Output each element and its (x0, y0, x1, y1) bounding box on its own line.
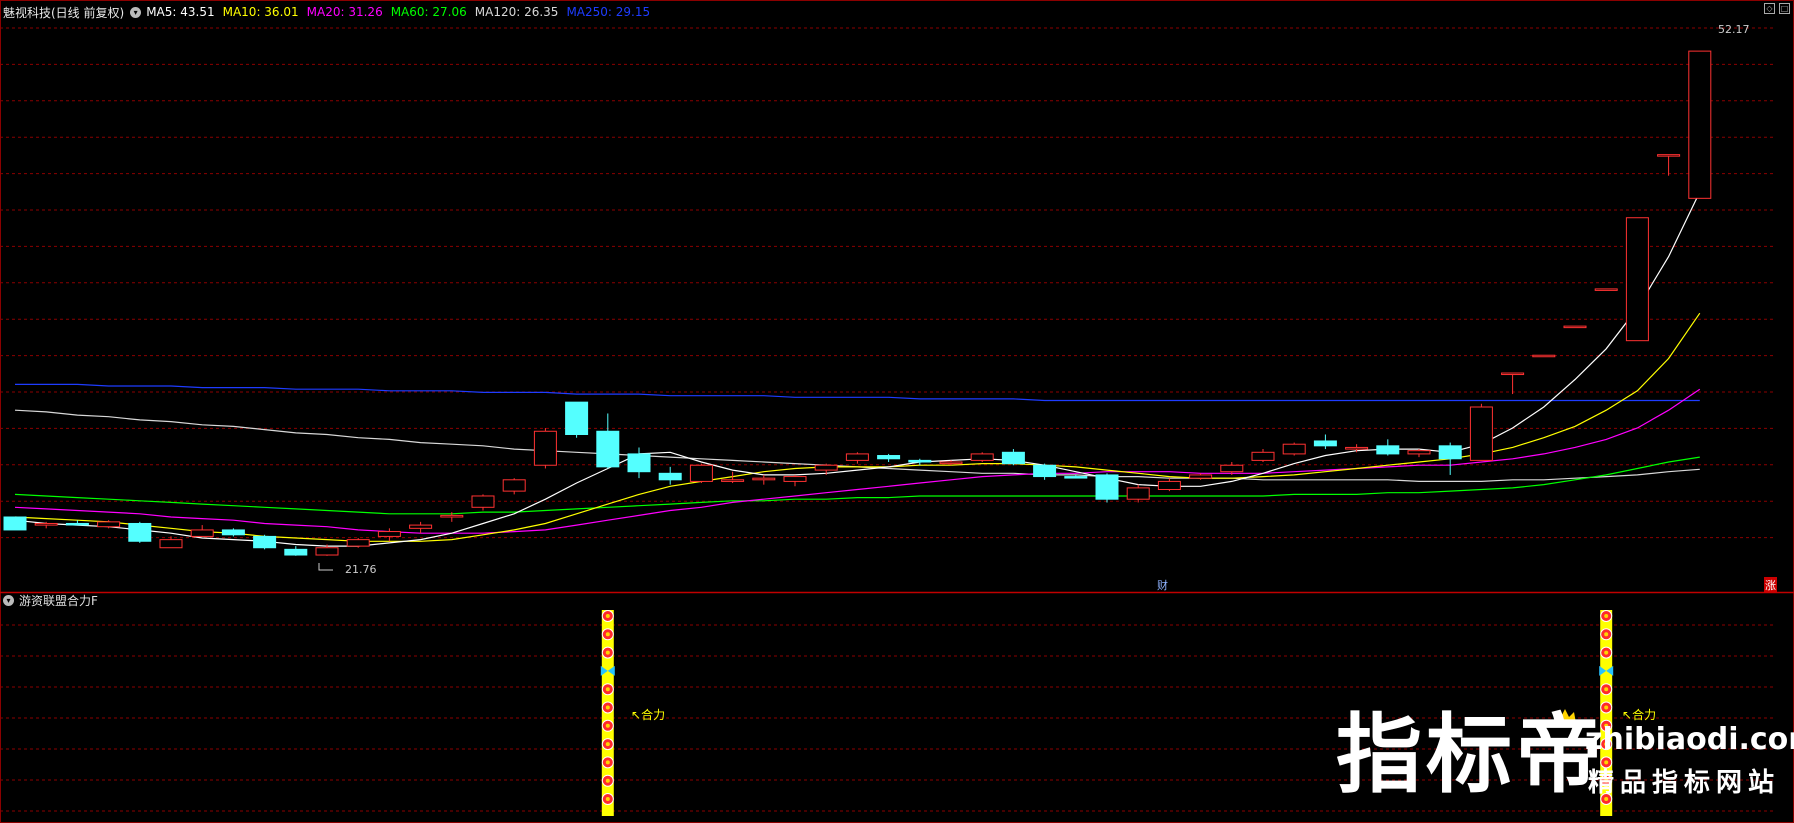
candle-down (1064, 476, 1088, 479)
candle-down (565, 401, 589, 436)
candle-up (315, 547, 339, 556)
candle-up (1407, 450, 1431, 455)
indicator-name: 游资联盟合力F (19, 594, 98, 608)
maximize-icon[interactable]: □ (1779, 3, 1790, 14)
candle-up (440, 514, 464, 518)
ma120-label: MA120: 26.35 (474, 5, 559, 19)
main-legend: 魅视科技(日线 前复权) ▾ MA5: 43.51 MA10: 36.01 MA… (0, 2, 658, 22)
window-controls: ◇ □ (1764, 3, 1790, 14)
coin-center (605, 614, 610, 618)
collapse-icon[interactable]: ▾ (130, 6, 142, 18)
ma10-label: MA10: 36.01 (222, 5, 299, 19)
candle-up (752, 477, 776, 481)
cai-marker[interactable]: 财 (1157, 577, 1168, 593)
coin-center (605, 742, 610, 747)
candle-up (1657, 154, 1681, 157)
coin-center (605, 797, 610, 801)
ma5-line (14, 191, 1701, 547)
coin-center (1604, 614, 1609, 618)
candle-up (533, 430, 557, 466)
candle-up (1532, 354, 1556, 358)
candle-up (471, 495, 495, 508)
coin-center (605, 650, 610, 655)
candle-up (721, 479, 745, 482)
coin-center (605, 778, 610, 783)
watermark-brand: 指标帝 (1336, 705, 1606, 805)
coin-center (1604, 650, 1609, 655)
candle-up (1189, 474, 1213, 479)
candle-up (814, 464, 838, 471)
candle-up (689, 464, 713, 482)
candle-up (939, 461, 963, 465)
candle-up (1625, 217, 1649, 342)
candle-down (658, 472, 682, 481)
candlestick-chart[interactable] (0, 0, 1794, 823)
candle-down (1376, 445, 1400, 455)
candle-down (1313, 440, 1337, 447)
ma60-label: MA60: 27.06 (390, 5, 467, 19)
candle-up (783, 476, 807, 482)
high-price-label: 52.17 (1718, 23, 1750, 36)
candle-down (596, 430, 620, 468)
candle-up (1594, 288, 1618, 291)
candle-down (284, 548, 308, 556)
candle-up (159, 539, 183, 549)
candle-down (877, 455, 901, 460)
coin-center (1604, 687, 1609, 692)
candle-down (3, 516, 27, 531)
candle-up (1345, 446, 1369, 450)
candle-up (1282, 443, 1306, 455)
candle-up (1251, 451, 1275, 461)
candle-down (65, 522, 89, 526)
candle-up (346, 539, 370, 547)
ma5-label: MA5: 43.51 (146, 5, 215, 19)
candle-up (1688, 50, 1712, 199)
candle-down (1001, 451, 1025, 465)
low-price-label: 21.76 (345, 563, 377, 576)
coin-center (605, 687, 610, 692)
watermark-slogan: 精品指标网站 (1588, 768, 1781, 798)
coin-center (605, 632, 610, 637)
low-marker (318, 563, 333, 571)
candle-down (221, 529, 245, 536)
signal-text: 合力 (641, 708, 666, 722)
coin-center (605, 705, 610, 710)
candle-down (253, 535, 277, 549)
candle-down (1095, 474, 1119, 500)
diamond-icon[interactable]: ◇ (1764, 3, 1775, 14)
candle-up (502, 479, 526, 492)
candle-down (128, 522, 152, 542)
indicator-legend: ▾ 游资联盟合力F (3, 592, 98, 609)
candle-down (627, 453, 651, 473)
ma20-label: MA20: 31.26 (306, 5, 383, 19)
coin-center (1604, 632, 1609, 637)
coin-center (605, 760, 610, 765)
ma250-label: MA250: 29.15 (566, 5, 651, 19)
candle-down (908, 459, 932, 463)
candle-up (1126, 487, 1150, 500)
signal-label-2: ↖合力 (1622, 708, 1657, 722)
candle-up (1157, 480, 1181, 491)
candle-down (1438, 445, 1462, 460)
candle-up (845, 453, 869, 461)
candle-up (377, 531, 401, 537)
candle-up (1501, 372, 1525, 376)
candle-up (34, 522, 58, 526)
collapse-icon[interactable]: ▾ (3, 595, 14, 606)
stock-title: 魅视科技(日线 前复权) (3, 5, 125, 20)
main-pane-frame (0, 0, 1794, 593)
candle-up (409, 524, 433, 529)
candle-up (97, 521, 121, 528)
zhang-marker[interactable]: 涨 (1764, 577, 1777, 593)
signal-text: 合力 (1632, 708, 1657, 722)
watermark-domain: zhibiaodi.com (1585, 722, 1794, 757)
candle-up (970, 453, 994, 461)
candle-down (1033, 464, 1057, 478)
candle-up (1563, 325, 1587, 329)
candle-up (1220, 464, 1244, 473)
candle-up (1469, 406, 1493, 461)
candle-up (190, 529, 214, 537)
signal-label-1: ↖合力 (631, 708, 666, 722)
coin-center (605, 723, 610, 728)
